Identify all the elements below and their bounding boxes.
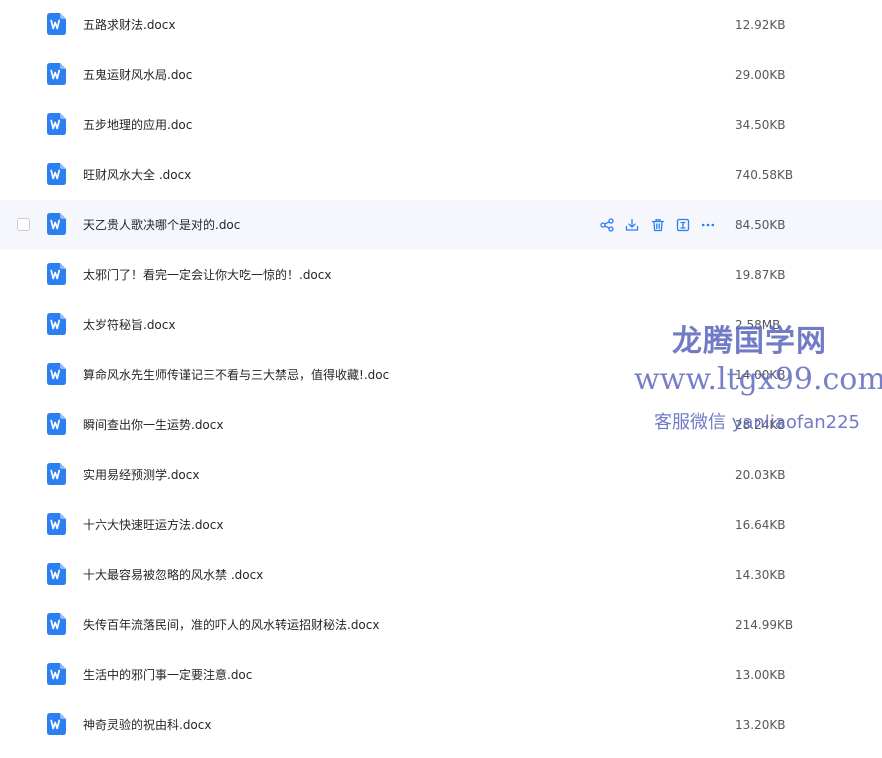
word-document-icon — [47, 213, 66, 235]
file-size: 29.00KB — [735, 68, 786, 82]
file-size: 16.64KB — [735, 518, 786, 532]
file-size: 13.20KB — [735, 718, 786, 732]
word-document-icon — [47, 363, 66, 385]
file-name[interactable]: 五鬼运财风水局.doc — [83, 66, 192, 84]
more-icon[interactable] — [699, 216, 717, 234]
word-document-icon — [47, 663, 66, 685]
word-document-icon — [47, 463, 66, 485]
file-name[interactable]: 太岁符秘旨.docx — [83, 316, 175, 334]
file-name[interactable]: 失传百年流落民间，准的吓人的风水转运招财秘法.docx — [83, 616, 379, 634]
share-icon[interactable] — [598, 216, 616, 234]
file-name[interactable]: 算命风水先生师传谨记三不看与三大禁忌，值得收藏!.doc — [83, 366, 389, 384]
file-row[interactable]: 失传百年流落民间，准的吓人的风水转运招财秘法.docx 214.99KB — [0, 600, 882, 650]
word-document-icon — [47, 613, 66, 635]
file-name[interactable]: 五步地理的应用.doc — [83, 116, 192, 134]
file-size: 84.50KB — [735, 218, 786, 232]
file-size: 740.58KB — [735, 168, 794, 182]
file-size: 13.00KB — [735, 668, 786, 682]
delete-icon[interactable] — [649, 216, 667, 234]
file-name[interactable]: 瞬间查出你一生运势.docx — [83, 416, 223, 434]
file-name[interactable]: 神奇灵验的祝由科.docx — [83, 716, 211, 734]
row-checkbox[interactable] — [17, 218, 30, 231]
file-row[interactable]: 天乙贵人歌决哪个是对的.doc 84.50KB — [0, 200, 882, 250]
file-size: 12.92KB — [735, 18, 786, 32]
file-row[interactable]: 五鬼运财风水局.doc 29.00KB — [0, 50, 882, 100]
word-document-icon — [47, 113, 66, 135]
file-row[interactable]: 算命风水先生师传谨记三不看与三大禁忌，值得收藏!.doc 14.00KB — [0, 350, 882, 400]
file-row[interactable]: 太岁符秘旨.docx 2.58MB — [0, 300, 882, 350]
file-row[interactable]: 旺财风水大全 .docx 740.58KB — [0, 150, 882, 200]
file-size: 34.50KB — [735, 118, 786, 132]
word-document-icon — [47, 163, 66, 185]
file-name[interactable]: 五路求财法.docx — [83, 16, 175, 34]
file-name[interactable]: 太邪门了！看完一定会让你大吃一惊的！.docx — [83, 266, 331, 284]
file-name[interactable]: 旺财风水大全 .docx — [83, 166, 191, 184]
word-document-icon — [47, 413, 66, 435]
word-document-icon — [47, 63, 66, 85]
file-row[interactable]: 神奇灵验的祝由科.docx 13.20KB — [0, 700, 882, 750]
file-name[interactable]: 十六大快速旺运方法.docx — [83, 516, 223, 534]
file-row[interactable]: 瞬间查出你一生运势.docx 28.24KB — [0, 400, 882, 450]
file-row[interactable]: 五步地理的应用.doc 34.50KB — [0, 100, 882, 150]
word-document-icon — [47, 13, 66, 35]
file-name[interactable]: 实用易经预测学.docx — [83, 466, 199, 484]
file-name[interactable]: 十大最容易被忽略的风水禁 .docx — [83, 566, 263, 584]
file-size: 28.24KB — [735, 418, 786, 432]
file-size: 19.87KB — [735, 268, 786, 282]
file-size: 214.99KB — [735, 618, 794, 632]
file-row[interactable]: 十六大快速旺运方法.docx 16.64KB — [0, 500, 882, 550]
word-document-icon — [47, 713, 66, 735]
download-icon[interactable] — [623, 216, 641, 234]
file-row[interactable]: 实用易经预测学.docx 20.03KB — [0, 450, 882, 500]
details-icon[interactable] — [674, 216, 692, 234]
file-size: 14.00KB — [735, 368, 786, 382]
file-name[interactable]: 天乙贵人歌决哪个是对的.doc — [83, 216, 240, 234]
file-row[interactable]: 十大最容易被忽略的风水禁 .docx 14.30KB — [0, 550, 882, 600]
word-document-icon — [47, 313, 66, 335]
file-size: 14.30KB — [735, 568, 786, 582]
word-document-icon — [47, 263, 66, 285]
file-size: 2.58MB — [735, 318, 781, 332]
file-name[interactable]: 生活中的邪门事一定要注意.doc — [83, 666, 252, 684]
file-list: 五路求财法.docx 12.92KB 五鬼运财风水局.doc 29.00KB 五步地理的… — [0, 0, 882, 758]
file-row[interactable]: 生活中的邪门事一定要注意.doc 13.00KB — [0, 650, 882, 700]
word-document-icon — [47, 563, 66, 585]
file-size: 20.03KB — [735, 468, 786, 482]
file-row[interactable]: 五路求财法.docx 12.92KB — [0, 0, 882, 50]
file-row[interactable]: 太邪门了！看完一定会让你大吃一惊的！.docx 19.87KB — [0, 250, 882, 300]
word-document-icon — [47, 513, 66, 535]
